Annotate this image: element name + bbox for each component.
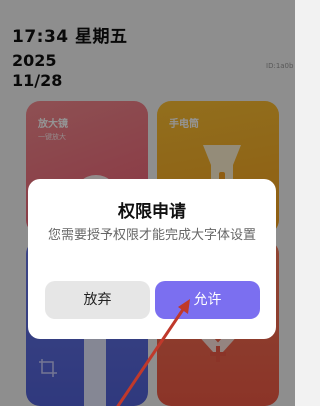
annotation-arrow-icon	[116, 299, 190, 406]
